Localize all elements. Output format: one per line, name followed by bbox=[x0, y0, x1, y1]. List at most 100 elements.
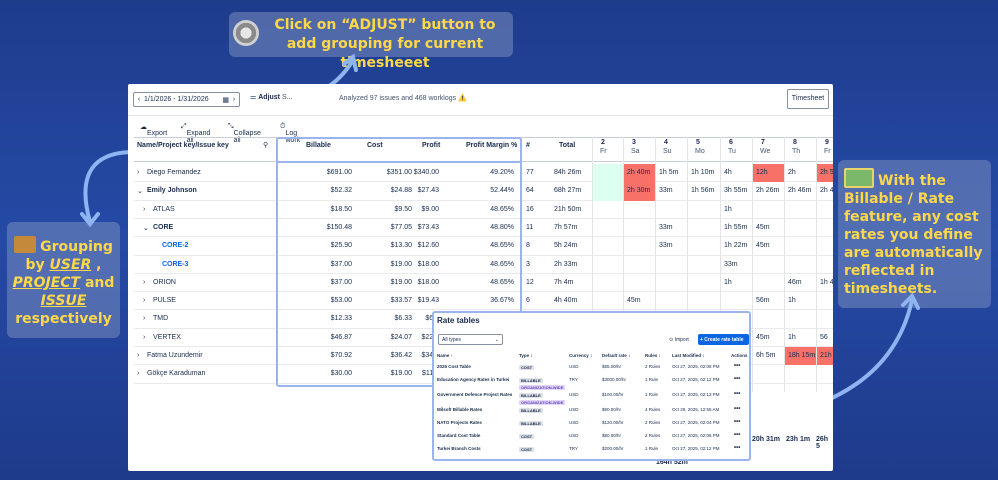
rate-header[interactable]: Rules ↕ bbox=[645, 353, 661, 358]
rate-header[interactable]: Last Modified ↕ bbox=[672, 353, 705, 358]
rate-name[interactable]: 2025 Cost Table bbox=[437, 364, 471, 369]
day-cell[interactable]: 33m bbox=[659, 224, 673, 231]
expand-chevron-icon[interactable]: ⌄ bbox=[143, 224, 149, 232]
col-header-day[interactable]: 2 bbox=[601, 139, 605, 146]
rate-header[interactable]: Name ↑ bbox=[437, 353, 453, 358]
type-filter-select[interactable]: All types ⌄ bbox=[438, 334, 503, 345]
project-row-name[interactable]: ORION bbox=[153, 279, 176, 286]
create-rate-table-button[interactable]: + Create rate table bbox=[698, 334, 749, 345]
calendar-icon[interactable]: ▦ bbox=[222, 96, 229, 104]
rate-name[interactable]: Milsoft Billable Rates bbox=[437, 407, 482, 412]
expand-chevron-icon[interactable]: › bbox=[137, 169, 139, 176]
more-actions-icon[interactable]: ••• bbox=[734, 363, 740, 369]
more-actions-icon[interactable]: ••• bbox=[734, 376, 740, 382]
day-cell[interactable]: 2h 5 bbox=[820, 169, 833, 176]
more-actions-icon[interactable]: ••• bbox=[734, 432, 740, 438]
day-cell[interactable]: 45m bbox=[756, 334, 770, 341]
log-work-button[interactable]: ⏱ Log work bbox=[280, 123, 300, 144]
user-row-name[interactable]: Gökçe Karaduman bbox=[147, 370, 205, 377]
timesheet-button[interactable]: Timesheet bbox=[787, 89, 829, 109]
rate-name[interactable]: Education Agency Rates in Turkei bbox=[437, 377, 509, 382]
day-cell[interactable]: 2h 46m bbox=[788, 187, 811, 194]
day-cell[interactable]: 1h 5m bbox=[659, 169, 678, 176]
more-actions-icon[interactable]: ••• bbox=[734, 391, 740, 397]
rate-header[interactable]: Currency ↕ bbox=[569, 353, 592, 358]
export-button[interactable]: ☁ Export bbox=[140, 123, 167, 137]
expand-chevron-icon[interactable]: › bbox=[143, 334, 145, 341]
day-cell[interactable]: 33m bbox=[659, 242, 673, 249]
day-cell[interactable]: 12h bbox=[756, 169, 768, 176]
day-cell[interactable]: 56m bbox=[756, 297, 770, 304]
more-actions-icon[interactable]: ••• bbox=[734, 445, 740, 451]
project-row-name[interactable]: VERTEX bbox=[153, 334, 181, 341]
day-cell[interactable]: 2h 40m bbox=[627, 169, 650, 176]
rate-header[interactable]: Type ↕ bbox=[519, 353, 533, 358]
day-cell[interactable]: 6h 5m bbox=[756, 352, 775, 359]
rate-name[interactable]: NATO Projects Rates bbox=[437, 420, 482, 425]
day-cell[interactable]: 56 bbox=[820, 334, 828, 341]
day-cell[interactable]: 2h 4 bbox=[820, 187, 833, 194]
expand-chevron-icon[interactable]: › bbox=[143, 315, 145, 322]
rate-header[interactable]: Actions bbox=[731, 353, 748, 358]
day-cell[interactable]: 21h 2 bbox=[820, 352, 833, 359]
filter-icon[interactable]: ⚲ bbox=[263, 141, 268, 149]
user-row-name[interactable]: Diego Fernandez bbox=[147, 169, 201, 176]
day-cell[interactable]: 2h 26m bbox=[756, 187, 779, 194]
rate-name[interactable]: Standard Cost Table bbox=[437, 433, 480, 438]
col-header-day[interactable]: 8 bbox=[793, 139, 797, 146]
user-row-name[interactable]: Fatma Uzundemir bbox=[147, 352, 203, 359]
day-cell[interactable]: 1h bbox=[724, 206, 732, 213]
day-cell[interactable]: 18h 15m bbox=[788, 352, 815, 359]
more-actions-icon[interactable]: ••• bbox=[734, 406, 740, 412]
issue-row-key[interactable]: CORE-2 bbox=[162, 242, 188, 249]
more-actions-icon[interactable]: ••• bbox=[734, 419, 740, 425]
expand-chevron-icon[interactable]: ⌄ bbox=[137, 187, 143, 195]
project-row-name[interactable]: ATLAS bbox=[153, 206, 175, 213]
rate-name[interactable]: Government Defence Project Rates bbox=[437, 392, 512, 397]
project-row-name[interactable]: PULSE bbox=[153, 297, 176, 304]
day-cell[interactable]: 3h 55m bbox=[724, 187, 747, 194]
date-range-picker[interactable]: ‹ 1/1/2026 - 1/31/2026 ▦ › bbox=[133, 92, 240, 107]
col-header-day[interactable]: 4 bbox=[664, 139, 668, 146]
col-header-day[interactable]: 6 bbox=[729, 139, 733, 146]
chevron-left-icon[interactable]: ‹ bbox=[134, 96, 144, 103]
rate-name[interactable]: Turkei Branch Costs bbox=[437, 446, 481, 451]
day-cell[interactable]: 1h bbox=[788, 297, 796, 304]
day-cell[interactable]: 45m bbox=[627, 297, 641, 304]
day-cell[interactable]: 1h bbox=[724, 279, 732, 286]
col-header-day[interactable]: 5 bbox=[696, 139, 700, 146]
day-cell[interactable]: 33m bbox=[659, 187, 673, 194]
chevron-right-icon[interactable]: › bbox=[229, 96, 239, 103]
day-cell[interactable]: 1h bbox=[788, 334, 796, 341]
day-cell[interactable]: 33m bbox=[724, 261, 738, 268]
expand-all-button[interactable]: ⤢ Expand all bbox=[181, 123, 210, 144]
day-cell[interactable]: 1h 22m bbox=[724, 242, 747, 249]
user-row-name[interactable]: Emily Johnson bbox=[147, 187, 197, 194]
expand-chevron-icon[interactable]: › bbox=[143, 206, 145, 213]
project-row-name[interactable]: CORE bbox=[153, 224, 173, 231]
issue-row-key[interactable]: CORE-3 bbox=[162, 261, 188, 268]
day-cell[interactable]: 1h 56m bbox=[691, 187, 714, 194]
day-cell[interactable]: 1h 10m bbox=[691, 169, 714, 176]
import-button[interactable]: ⊙ Import bbox=[669, 337, 689, 343]
day-cell[interactable]: 2h bbox=[788, 169, 796, 176]
day-cell[interactable]: 45m bbox=[756, 242, 770, 249]
col-header-day[interactable]: 7 bbox=[761, 139, 765, 146]
expand-chevron-icon[interactable]: › bbox=[137, 370, 139, 377]
expand-chevron-icon[interactable]: › bbox=[137, 352, 139, 359]
adjust-button[interactable]: ⚌ Adjust S... bbox=[250, 93, 292, 101]
day-cell[interactable]: 1h 4 bbox=[820, 279, 833, 286]
day-cell[interactable]: 45m bbox=[756, 224, 770, 231]
rate-header[interactable]: Default rate ↕ bbox=[602, 353, 630, 358]
col-header-key[interactable]: Name/Project key/Issue key bbox=[137, 142, 229, 149]
expand-chevron-icon[interactable]: › bbox=[143, 279, 145, 286]
day-cell[interactable]: 1h 55m bbox=[724, 224, 747, 231]
collapse-all-button[interactable]: ⤡ Collapse all bbox=[228, 123, 261, 144]
day-cell[interactable]: 4h bbox=[724, 169, 732, 176]
expand-chevron-icon[interactable]: › bbox=[143, 297, 145, 304]
day-cell[interactable]: 46m bbox=[788, 279, 802, 286]
project-row-name[interactable]: TMD bbox=[153, 315, 168, 322]
col-header-total[interactable]: Total bbox=[559, 142, 575, 149]
col-header-day[interactable]: 3 bbox=[632, 139, 636, 146]
col-header-day[interactable]: 9 bbox=[825, 139, 829, 146]
